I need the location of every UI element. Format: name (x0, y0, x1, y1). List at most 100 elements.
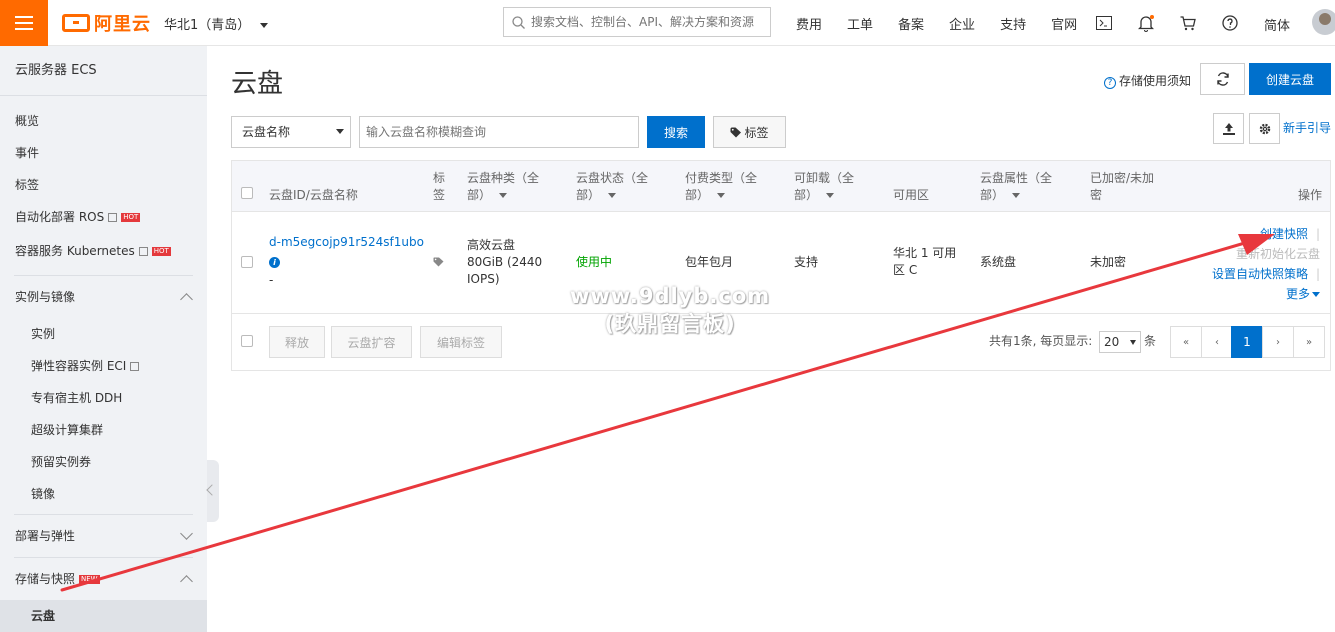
table-header: 云盘ID/云盘名称 标签 云盘种类（全 部） 云盘状态（全 部） 付费类型（全 部） … (232, 161, 1330, 212)
prev-page-button[interactable]: ‹ (1201, 326, 1233, 358)
nav-support[interactable]: 支持 (1000, 14, 1026, 33)
region-label: 华北1（青岛） (164, 18, 251, 33)
caret-down-icon (608, 193, 617, 198)
header-category[interactable]: 云盘种类（全 部） (467, 170, 539, 204)
header-status[interactable]: 云盘状态（全 部） (576, 170, 648, 204)
sidebar-item-ddh[interactable]: 专有宿主机 DDH (0, 382, 207, 414)
chevron-down-icon (180, 527, 193, 540)
sidebar-item-events[interactable]: 事件 (0, 137, 207, 169)
header-encryption-line1: 已加密/未加 (1090, 171, 1155, 185)
row-actions: 创建快照 | 重新初始化云盘 设置自动快照策略 | 更多 (1212, 224, 1320, 304)
beginner-guide-link[interactable]: 新手引导 (1283, 119, 1331, 136)
sidebar-item-disks[interactable]: 云盘 (0, 600, 207, 632)
search-button[interactable]: 搜索 (647, 116, 705, 148)
caret-down-icon (826, 193, 835, 198)
sidebar-item-label: 容器服务 Kubernetes (15, 244, 135, 258)
terminal-icon[interactable] (1094, 13, 1114, 33)
refresh-button[interactable] (1200, 63, 1245, 95)
language-switch[interactable]: 简体 (1264, 15, 1290, 34)
bell-icon[interactable] (1136, 13, 1156, 33)
page-size-value: 20 (1104, 335, 1120, 349)
sidebar-group-deploy[interactable]: 部署与弹性 (0, 515, 207, 557)
edit-tags-button[interactable]: 编辑标签 (420, 326, 502, 358)
region-selector[interactable]: 华北1（青岛） (164, 14, 269, 33)
header-detachable[interactable]: 可卸载（全部） (794, 170, 854, 204)
global-search[interactable] (503, 7, 771, 37)
page-size-select[interactable]: 20 (1099, 331, 1141, 353)
disk-name: - (269, 273, 274, 287)
next-page-button[interactable]: › (1262, 326, 1294, 358)
sidebar-item-label: 弹性容器实例 ECI (31, 359, 127, 373)
sidebar-item-scc[interactable]: 超级计算集群 (0, 414, 207, 446)
sidebar-group-storage[interactable]: 存储与快照 NEW (0, 558, 207, 600)
create-snapshot-link[interactable]: 创建快照 (1260, 227, 1308, 241)
nav-website[interactable]: 官网 (1051, 14, 1077, 33)
info-icon[interactable]: i (269, 257, 280, 268)
external-link-icon (130, 362, 140, 371)
sidebar-item-label: 实例 (31, 327, 56, 341)
sidebar-item-images[interactable]: 镜像 (0, 478, 207, 510)
nav-enterprise[interactable]: 企业 (949, 14, 975, 33)
sidebar-item-instances[interactable]: 实例 (0, 318, 207, 350)
filter-field-select[interactable]: 云盘名称 (231, 116, 351, 148)
menu-icon[interactable] (0, 0, 48, 46)
help-icon[interactable] (1220, 13, 1240, 33)
disk-category: 高效云盘 (467, 238, 516, 252)
sidebar-group-instances[interactable]: 实例与镜像 (0, 276, 207, 318)
sidebar-item-kubernetes[interactable]: 容器服务 Kubernetes HOT (0, 233, 207, 269)
aliyun-logo[interactable]: 阿里云 (62, 11, 151, 35)
export-button[interactable] (1213, 113, 1244, 144)
table-row: d-m5egcojp91r524sf1ubo i - 高效云盘 80GiB (2… (232, 212, 1330, 314)
filter-name-input[interactable] (359, 116, 639, 148)
select-all-checkbox[interactable] (241, 187, 253, 199)
disk-billing: 包年包月 (685, 255, 734, 269)
settings-button[interactable] (1249, 113, 1280, 144)
nav-billing[interactable]: 费用 (796, 14, 822, 33)
nav-ticket[interactable]: 工单 (847, 14, 873, 33)
sidebar-collapse-handle[interactable] (207, 460, 219, 522)
more-actions-link[interactable]: 更多 (1286, 287, 1310, 301)
tag-filter-button[interactable]: 标签 (713, 116, 786, 148)
nav-icp[interactable]: 备案 (898, 14, 924, 33)
storage-notice-link[interactable]: ? 存储使用须知 (1104, 72, 1191, 89)
auto-snapshot-policy-link[interactable]: 设置自动快照策略 (1212, 267, 1308, 281)
disk-iops: IOPS) (467, 272, 500, 286)
header-billing[interactable]: 付费类型（全 部） (685, 170, 757, 204)
sidebar-item-reserved[interactable]: 预留实例券 (0, 446, 207, 478)
sidebar-item-label: 超级计算集群 (31, 423, 104, 437)
sidebar-item-label: 预留实例券 (31, 455, 92, 469)
logo-icon (62, 14, 90, 32)
page-1-button[interactable]: 1 (1231, 326, 1263, 358)
external-link-icon (138, 247, 148, 256)
caret-down-icon (717, 193, 726, 198)
disk-attribute: 系统盘 (980, 255, 1017, 269)
sidebar-item-tags[interactable]: 标签 (0, 169, 207, 201)
create-disk-button[interactable]: 创建云盘 (1249, 63, 1331, 95)
last-page-button[interactable]: » (1293, 326, 1325, 358)
disk-id-link[interactable]: d-m5egcojp91r524sf1ubo (269, 234, 424, 251)
sidebar-item-eci[interactable]: 弹性容器实例 ECI (0, 350, 207, 382)
first-page-button[interactable]: « (1170, 326, 1202, 358)
sidebar-item-overview[interactable]: 概览 (0, 105, 207, 137)
storage-notice-label: 存储使用须知 (1119, 74, 1192, 88)
caret-down-icon (1312, 292, 1320, 297)
reinit-disk-link: 重新初始化云盘 (1235, 247, 1320, 261)
header-detachable-line2: 部） (794, 188, 819, 202)
header-detachable-line1: 可卸载（全 (794, 171, 855, 185)
row-checkbox[interactable] (241, 256, 253, 268)
tag-icon[interactable] (433, 257, 447, 267)
disk-detachable: 支持 (794, 255, 819, 269)
header-attribute[interactable]: 云盘属性（全 部） (980, 170, 1052, 204)
sidebar-item-label: 云盘 (31, 609, 56, 623)
sidebar-item-ros[interactable]: 自动化部署 ROS HOT (0, 201, 207, 233)
header-status-line1: 云盘状态（全 (576, 171, 649, 185)
disk-zone: 华北 1 可用 区 C (893, 245, 956, 279)
header-disk-id: 云盘ID/云盘名称 (269, 188, 358, 202)
cart-icon[interactable] (1178, 13, 1198, 33)
footer-select-all-checkbox[interactable] (241, 335, 253, 347)
expand-disk-button[interactable]: 云盘扩容 (331, 326, 412, 358)
search-input[interactable] (531, 15, 761, 29)
avatar[interactable] (1312, 9, 1335, 35)
sidebar-item-label: 事件 (15, 146, 40, 160)
release-button[interactable]: 释放 (269, 326, 325, 358)
